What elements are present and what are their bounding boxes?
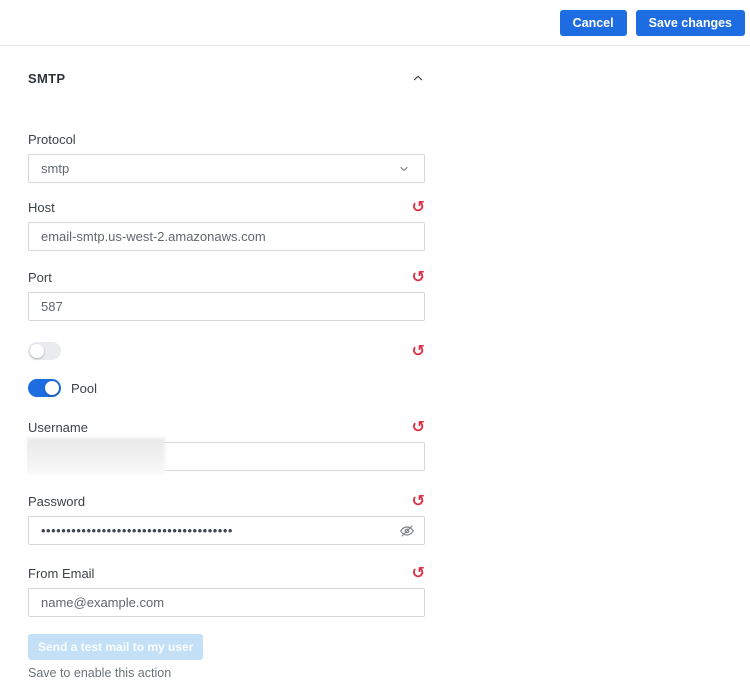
username-label: Username xyxy=(28,419,88,435)
username-field-group: Username ↺ xyxy=(27,417,425,474)
toggle-knob xyxy=(30,344,44,358)
chevron-up-icon xyxy=(411,71,425,85)
from-email-input[interactable] xyxy=(28,588,425,617)
smtp-section-header: SMTP xyxy=(28,70,425,86)
host-label: Host xyxy=(28,199,55,215)
port-label: Port xyxy=(28,269,52,285)
reset-toggle-button[interactable]: ↺ xyxy=(411,341,425,360)
reset-username-button[interactable]: ↺ xyxy=(411,417,425,436)
from-email-label: From Email xyxy=(28,565,95,581)
test-mail-hint: Save to enable this action xyxy=(28,666,172,680)
undo-icon: ↺ xyxy=(411,491,425,510)
password-label: Password xyxy=(28,493,86,509)
undo-icon: ↺ xyxy=(411,267,425,286)
host-input[interactable] xyxy=(28,222,425,251)
send-test-mail-button[interactable]: Send a test mail to my user xyxy=(28,634,204,660)
reset-host-button[interactable]: ↺ xyxy=(411,197,425,216)
toggle-off[interactable] xyxy=(28,342,61,360)
pool-toggle-label: Pool xyxy=(71,380,98,396)
host-field-group: Host ↺ xyxy=(28,197,425,251)
password-field-group: Password ↺ xyxy=(28,491,425,545)
username-input[interactable] xyxy=(28,442,425,471)
protocol-label: Protocol xyxy=(28,131,76,147)
cancel-button[interactable]: Cancel xyxy=(559,9,627,36)
eye-off-icon xyxy=(399,523,415,539)
collapse-section-button[interactable] xyxy=(411,71,425,85)
from-email-field-group: From Email ↺ xyxy=(28,563,425,617)
save-changes-button[interactable]: Save changes xyxy=(635,9,745,36)
reset-from-email-button[interactable]: ↺ xyxy=(411,563,425,582)
protocol-field-group: Protocol smtp xyxy=(28,132,425,183)
undo-icon: ↺ xyxy=(411,197,425,216)
action-bar: Cancel Save changes xyxy=(0,0,750,46)
secure-toggle-row: ↺ xyxy=(28,342,425,360)
smtp-settings-form: SMTP Protocol smtp Host ↺ email-smtp.us-… xyxy=(27,70,425,680)
pool-toggle[interactable] xyxy=(28,379,61,397)
protocol-select[interactable]: smtp xyxy=(28,154,425,183)
port-input[interactable] xyxy=(28,292,425,321)
toggle-knob xyxy=(45,381,59,395)
undo-icon: ↺ xyxy=(411,417,425,436)
reset-port-button[interactable]: ↺ xyxy=(411,267,425,286)
section-title: SMTP xyxy=(28,70,66,86)
port-field-group: Port ↺ xyxy=(28,267,425,321)
undo-icon: ↺ xyxy=(411,563,425,582)
reset-password-button[interactable]: ↺ xyxy=(411,491,425,510)
password-input[interactable] xyxy=(28,516,425,545)
undo-icon: ↺ xyxy=(411,341,425,360)
toggle-password-visibility-button[interactable] xyxy=(399,523,415,539)
pool-toggle-row: Pool xyxy=(28,379,425,397)
